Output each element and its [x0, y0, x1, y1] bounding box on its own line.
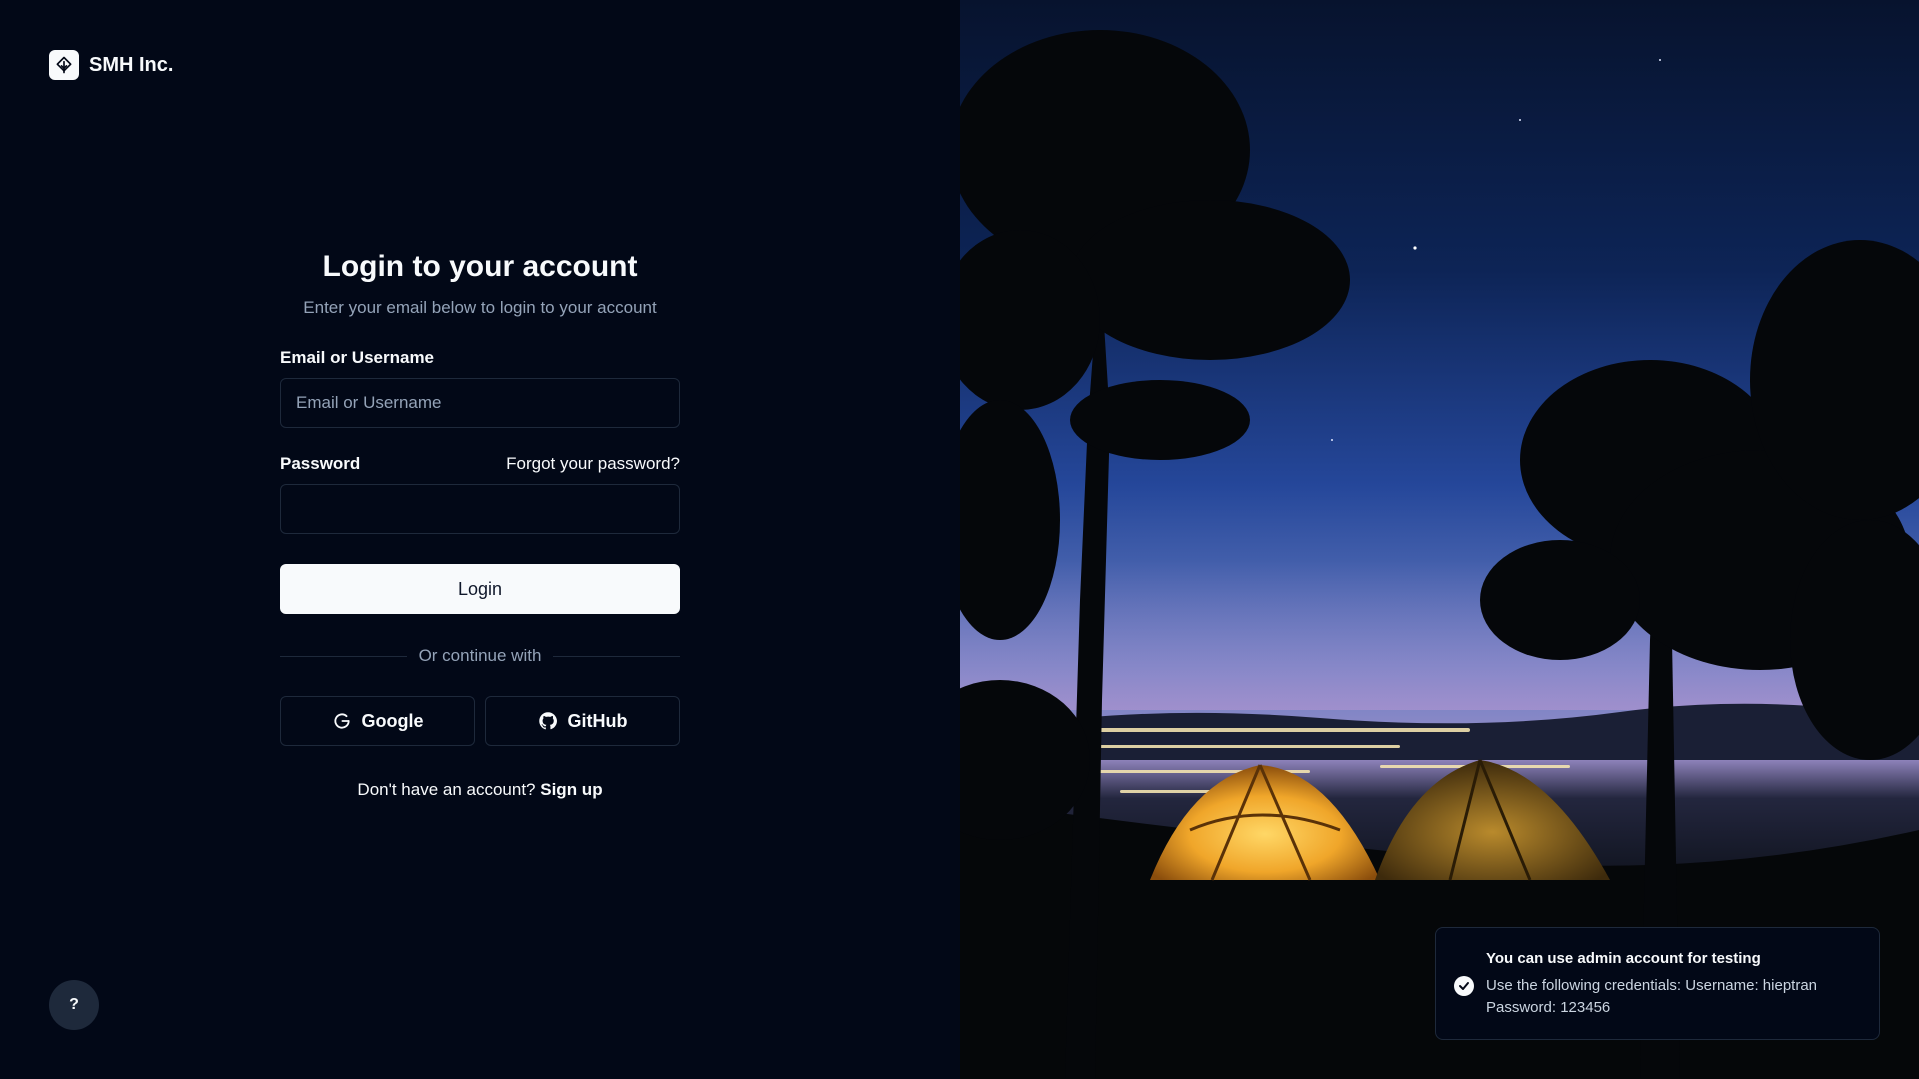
divider-text: Or continue with — [418, 646, 542, 665]
password-label: Password — [280, 454, 361, 473]
hero-image — [960, 0, 1919, 1079]
google-button-label: Google — [361, 710, 424, 731]
password-input[interactable] — [280, 484, 680, 534]
password-label-row: Password Forgot your password? — [280, 454, 680, 474]
email-input[interactable] — [280, 378, 680, 428]
email-label: Email or Username — [280, 348, 435, 367]
brand-name: SMH Inc. — [89, 53, 174, 76]
login-panel: SMH Inc. Login to your account Enter you… — [0, 0, 960, 1079]
social-login-row: Google GitHub — [280, 696, 680, 746]
signup-prompt: Don't have an account? — [357, 780, 536, 799]
toast-notification[interactable]: You can use admin account for testing Us… — [1435, 927, 1880, 1040]
signup-row: Don't have an account? Sign up — [280, 780, 680, 800]
leaf-logo-icon — [49, 50, 79, 80]
page-subtitle: Enter your email below to login to your … — [303, 298, 657, 317]
github-icon — [538, 712, 557, 730]
github-button-label: GitHub — [567, 710, 628, 731]
forgot-password-link[interactable]: Forgot your password? — [506, 454, 680, 474]
signup-link[interactable]: Sign up — [540, 780, 602, 799]
page-title: Login to your account — [322, 250, 638, 283]
toast-description: Use the following credentials: Username:… — [1486, 977, 1818, 1016]
login-button[interactable]: Login — [280, 564, 680, 614]
help-button[interactable]: ? — [49, 980, 99, 1030]
google-icon — [333, 713, 350, 729]
check-circle-icon — [1454, 976, 1474, 996]
camping-night-scene — [960, 30, 1919, 1079]
toast-title: You can use admin account for testing — [1486, 950, 1761, 967]
brand[interactable]: SMH Inc. — [49, 50, 173, 80]
divider-line-right — [553, 655, 680, 657]
password-field-group: Password Forgot your password? — [280, 454, 680, 534]
email-field-group: Email or Username — [280, 348, 680, 428]
divider: Or continue with — [280, 646, 680, 666]
login-form: Login to your account Enter your email b… — [280, 246, 680, 800]
github-button[interactable]: GitHub — [485, 696, 680, 746]
google-button[interactable]: Google — [280, 696, 475, 746]
divider-line-left — [280, 655, 407, 657]
